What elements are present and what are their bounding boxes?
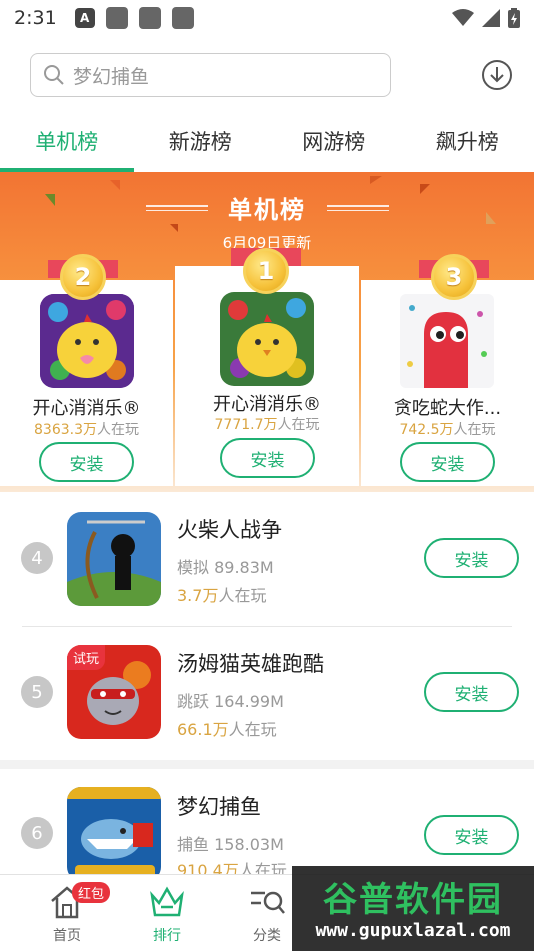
players-suffix: 人在玩 [228,720,277,739]
tab-online-games[interactable]: 网游榜 [267,116,401,172]
podium-card-2[interactable]: 开心消消乐® 8363.3万人在玩 安装 [0,280,173,486]
search-bar: 梦幻捕鱼 [0,36,534,116]
install-button[interactable]: 安装 [424,815,519,855]
nav-label: 分类 [253,928,281,944]
status-time: 2:31 [14,7,57,29]
install-button[interactable]: 安装 [220,438,315,478]
wifi-icon [452,9,474,26]
chick-game-icon [40,294,134,388]
watermark-logo: 谷普软件园 www.gupuxlazal.com [292,866,534,951]
podium-card-1[interactable]: 开心消消乐® 7771.7万人在玩 安装 [175,266,359,486]
list-divider [22,626,512,627]
category-search-icon [251,891,285,914]
crown-icon [150,886,184,917]
status-bar: 2:31 A [0,0,534,36]
players-suffix: 人在玩 [97,422,139,438]
app-size: 164.99M [214,692,284,711]
nav-label: 排行 [153,928,181,944]
install-button[interactable]: 安装 [424,672,519,712]
search-icon [44,65,64,85]
watermark-url: www.gupuxlazal.com [315,920,511,941]
nav-label: 首页 [53,928,81,944]
players-count: 66.1万 [177,720,229,739]
notification-icon [171,7,194,29]
players-count: 7771.7万 [214,417,278,433]
list-item[interactable]: 5 试玩 汤姆猫英雄跑酷 跳跃 164.99M 66.1万人在玩 安装 [0,632,534,760]
list-item[interactable]: 6 梦幻捕鱼 捕鱼 158.03M 910.4万人在玩 安装 [0,769,534,881]
app-category: 跳跃 [177,692,210,711]
app-category: 捕鱼 [177,835,210,854]
list-item[interactable]: 4 火柴人战争 模拟 89.83M 3.7万人在玩 安装 [0,498,534,626]
app-meta: 跳跃 164.99M [177,688,284,712]
rank-number: 6 [21,817,53,849]
tab-single-player[interactable]: 单机榜 [0,116,134,172]
app-name: 梦幻捕鱼 [177,795,261,819]
snake-game-icon [400,294,494,388]
app-category: 模拟 [177,558,210,577]
banner-decor-line [327,205,389,211]
players-suffix: 人在玩 [218,586,267,605]
app-name: 火柴人战争 [177,518,282,542]
podium-name: 开心消消乐® [213,394,321,415]
app-name: 汤姆猫英雄跑酷 [177,652,324,676]
podium-players: 7771.7万人在玩 [175,414,359,434]
watermark-title: 谷普软件园 [323,880,503,920]
podium-name: 贪吃蛇大作... [393,398,502,419]
search-input[interactable]: 梦幻捕鱼 [30,53,391,97]
app-meta: 模拟 89.83M [177,554,274,578]
players-count: 8363.3万 [34,422,97,438]
signal-icon [482,9,500,27]
install-button[interactable]: 安装 [424,538,519,578]
battery-icon [508,8,520,28]
podium-name: 开心消消乐® [32,398,141,419]
app-size: 158.03M [214,835,284,854]
confetti [370,176,382,184]
search-placeholder: 梦幻捕鱼 [73,65,150,88]
ranking-banner: 单机榜 6月09日更新 开心消消乐® 8363.3万人在玩 安装 开心消消乐® … [0,172,534,492]
tab-new-games[interactable]: 新游榜 [134,116,268,172]
install-button[interactable]: 安装 [39,442,134,482]
install-button[interactable]: 安装 [400,442,495,482]
banner-title: 单机榜 [228,196,306,224]
download-icon[interactable] [481,59,513,91]
confetti [170,224,178,232]
app-players: 66.1万人在玩 [177,716,277,740]
players-suffix: 人在玩 [277,417,320,433]
app-size: 89.83M [214,558,274,577]
players-suffix: 人在玩 [453,422,496,438]
players-count: 3.7万 [177,586,219,605]
podium-players: 8363.3万人在玩 [0,419,173,439]
app-meta: 捕鱼 158.03M [177,831,284,855]
rank-number: 4 [21,542,53,574]
keyboard-notification-icon: A [74,8,95,28]
rank-2-medal-icon: 2 [60,254,106,300]
notification-icon [138,7,161,29]
confetti [110,180,120,190]
podium-players: 742.5万人在玩 [361,419,534,439]
chick-game-icon [220,292,314,386]
shark-game-icon [67,787,161,881]
tom-cat-game-icon: 试玩 [67,645,161,739]
red-packet-badge: 红包 [72,882,111,903]
stickman-game-icon [67,512,161,606]
tab-rising[interactable]: 飙升榜 [401,116,534,172]
players-count: 742.5万 [399,422,454,438]
trial-tag: 试玩 [67,645,106,670]
rank-3-medal-icon: 3 [431,254,477,300]
rank-1-medal-icon: 1 [243,248,289,294]
podium-card-3[interactable]: 贪吃蛇大作... 742.5万人在玩 安装 [361,280,534,486]
notification-icon [105,7,128,29]
app-players: 3.7万人在玩 [177,582,266,606]
ranking-tabs: 单机榜 新游榜 网游榜 飙升榜 [0,116,534,172]
rank-number: 5 [21,676,53,708]
